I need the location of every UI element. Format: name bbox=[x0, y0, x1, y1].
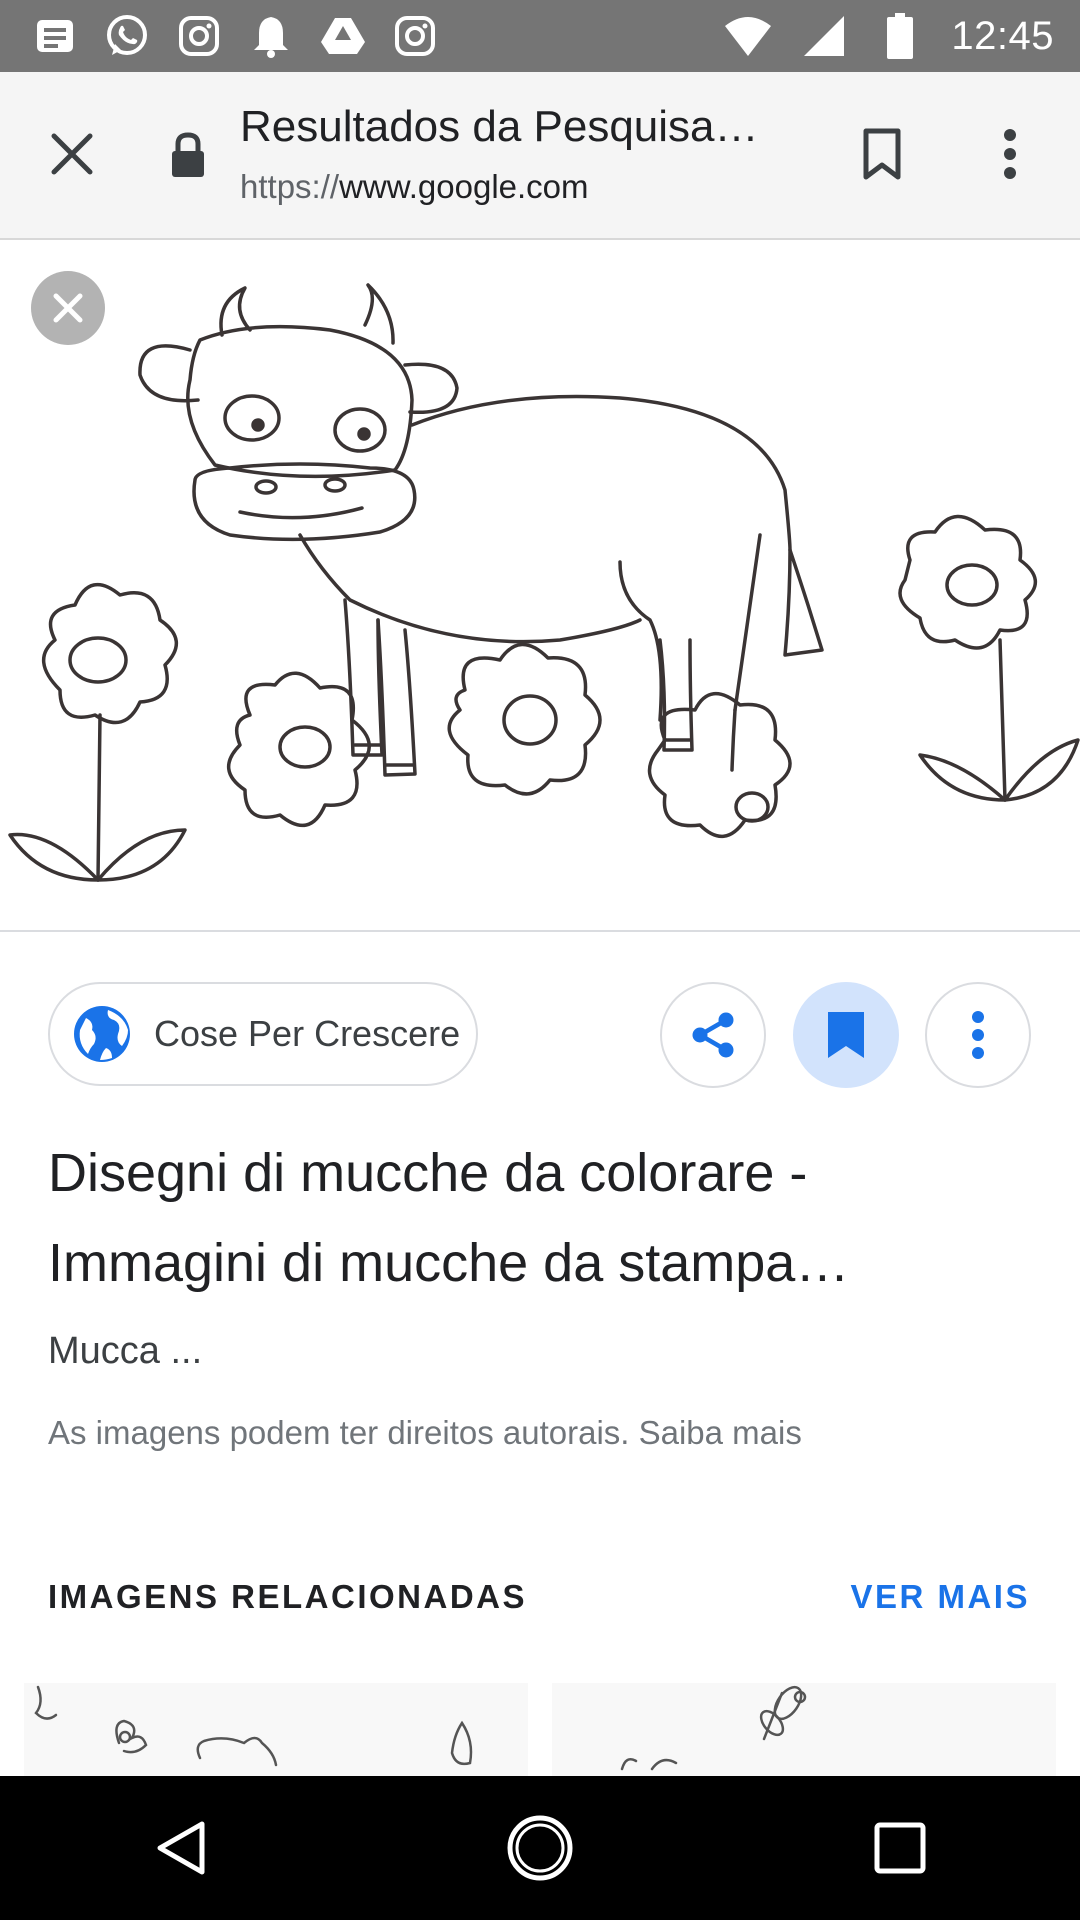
result-title[interactable]: Disegni di mucche da colorare - Immagini… bbox=[48, 1128, 1038, 1308]
lock-icon bbox=[170, 132, 214, 182]
battery-icon bbox=[875, 11, 925, 61]
related-image-drawing bbox=[620, 1685, 807, 1771]
back-button[interactable] bbox=[130, 1798, 230, 1898]
recents-square-icon bbox=[874, 1822, 926, 1874]
status-notifications bbox=[0, 11, 440, 61]
signal-icon bbox=[799, 11, 849, 61]
system-nav-bar bbox=[0, 1776, 1080, 1920]
bookmark-filled-icon bbox=[828, 1012, 864, 1058]
overflow-menu-button[interactable] bbox=[978, 122, 1042, 186]
close-tab-button[interactable] bbox=[40, 122, 104, 186]
source-chip[interactable]: Cose Per Crescere bbox=[48, 982, 478, 1086]
status-system: 12:45 bbox=[723, 11, 1080, 61]
close-preview-button[interactable] bbox=[31, 271, 105, 345]
cow-coloring-drawing bbox=[8, 283, 1080, 882]
page-title: Resultados da Pesquisa… bbox=[240, 102, 759, 151]
globe-icon bbox=[72, 1004, 132, 1064]
notification-icon bbox=[30, 11, 80, 61]
result-subtitle: Mucca ... bbox=[48, 1330, 203, 1372]
image-preview[interactable] bbox=[0, 240, 1080, 932]
share-icon bbox=[692, 1012, 734, 1058]
url-domain: www.google.com bbox=[339, 168, 589, 205]
home-circle-icon bbox=[507, 1815, 573, 1881]
wifi-icon bbox=[723, 11, 773, 61]
close-icon bbox=[51, 133, 93, 175]
related-images-heading: IMAGENS RELACIONADAS bbox=[48, 1578, 528, 1615]
custom-tab-toolbar: Resultados da Pesquisa… https://www.goog… bbox=[0, 72, 1080, 240]
whatsapp-icon bbox=[102, 11, 152, 61]
instagram-icon bbox=[390, 11, 440, 61]
related-image-thumbnail[interactable] bbox=[24, 1683, 528, 1776]
see-more-link[interactable]: VER MAIS bbox=[850, 1578, 1030, 1616]
related-image-thumbnail[interactable] bbox=[552, 1683, 1056, 1776]
instagram-icon bbox=[174, 11, 224, 61]
recents-button[interactable] bbox=[850, 1798, 950, 1898]
source-label: Cose Per Crescere bbox=[154, 1013, 461, 1054]
close-icon bbox=[53, 293, 83, 323]
more-vert-icon bbox=[972, 1011, 984, 1059]
more-options-button[interactable] bbox=[925, 982, 1031, 1088]
status-bar: 12:45 bbox=[0, 0, 1080, 72]
save-image-button[interactable] bbox=[793, 982, 899, 1088]
copyright-notice[interactable]: As imagens podem ter direitos autorais. … bbox=[48, 1414, 802, 1452]
back-triangle-icon bbox=[157, 1821, 205, 1875]
related-image-drawing bbox=[34, 1685, 473, 1767]
drive-icon bbox=[318, 11, 368, 61]
bookmark-button[interactable] bbox=[850, 122, 914, 186]
clock: 12:45 bbox=[951, 13, 1054, 58]
page-url: https://www.google.com bbox=[240, 168, 589, 206]
share-button[interactable] bbox=[660, 982, 766, 1088]
bell-icon bbox=[246, 11, 296, 61]
more-vert-icon bbox=[1004, 129, 1016, 179]
bookmark-outline-icon bbox=[863, 128, 901, 180]
home-button[interactable] bbox=[490, 1798, 590, 1898]
url-scheme: https:// bbox=[240, 168, 340, 205]
